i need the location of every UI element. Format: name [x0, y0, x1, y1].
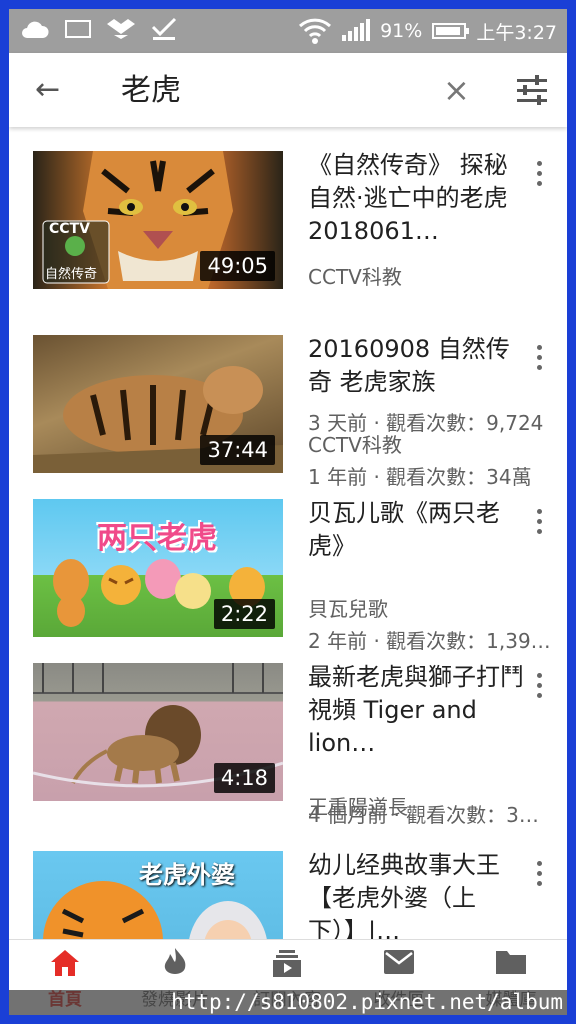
video-duration: 4:18: [213, 763, 275, 793]
search-bar: ← 老虎 ×: [9, 53, 567, 127]
more-options-icon[interactable]: [529, 859, 549, 889]
mail-icon: [384, 950, 414, 974]
cloud-icon: [22, 21, 49, 38]
video-title[interactable]: 幼儿经典故事大王【老虎外婆（上下）】|…: [308, 849, 526, 939]
status-bar: 91% 上午3:27: [9, 9, 567, 53]
app-frame: 91% 上午3:27 ← 老虎 × CCTV 自然传奇 49:05 《自然传奇》…: [9, 9, 567, 1015]
video-meta: 4 個月前 · 觀看次數：3…: [308, 803, 539, 827]
video-duration: 37:44: [200, 435, 275, 465]
clear-search-icon[interactable]: ×: [443, 71, 470, 109]
video-thumbnail[interactable]: 老虎外婆: [33, 851, 283, 939]
video-channel: CCTV科教: [308, 433, 402, 457]
battery-percent: 91%: [380, 20, 423, 42]
flame-icon: [164, 948, 186, 974]
video-result[interactable]: 4:18 最新老虎與獅子打鬥視頻 Tiger and lion… 王重陽道長: [9, 639, 567, 819]
video-duration: 2:22: [213, 599, 275, 629]
video-title[interactable]: 《自然传奇》 探秘自然·逃亡中的老虎 2018061…: [308, 149, 526, 248]
video-result[interactable]: CCTV 自然传奇 49:05 《自然传奇》 探秘自然·逃亡中的老虎 20180…: [9, 127, 567, 291]
search-query[interactable]: 老虎: [121, 71, 181, 111]
video-thumbnail[interactable]: 两只老虎 2:22: [33, 499, 283, 637]
video-result[interactable]: 老虎外婆 幼儿经典故事大王【老虎外婆（上下）】|…: [9, 827, 567, 939]
video-channel: CCTV科教: [308, 265, 402, 289]
video-result[interactable]: 两只老虎 2:22 贝瓦儿歌《两只老虎》 貝瓦兒歌 2 年前 · 觀看次數：1,…: [9, 475, 567, 653]
video-result[interactable]: 37:44 20160908 自然传奇 老虎家族 CCTV科教 1 年前 · 觀…: [9, 311, 567, 489]
video-channel: 貝瓦兒歌: [308, 597, 388, 621]
wifi-icon: [299, 18, 332, 44]
status-system: 91% 上午3:27: [298, 9, 557, 53]
signal-icon: [342, 19, 371, 41]
video-title[interactable]: 最新老虎與獅子打鬥視頻 Tiger and lion…: [308, 661, 526, 760]
video-duration: 49:05: [200, 251, 275, 281]
more-options-icon[interactable]: [529, 671, 549, 701]
watermark: http://s810802.pixnet.net/album: [9, 990, 567, 1015]
filter-icon[interactable]: [517, 75, 547, 105]
status-notifications: [19, 17, 177, 41]
check-icon: [151, 17, 177, 40]
thumbnail-label: 两只老虎: [97, 521, 217, 556]
screen-icon: [65, 20, 91, 38]
more-options-icon[interactable]: [529, 507, 549, 537]
channel-logo: CCTV: [49, 221, 90, 237]
video-thumbnail[interactable]: CCTV 自然传奇 49:05: [33, 151, 283, 289]
home-icon: [51, 950, 79, 976]
more-options-icon[interactable]: [529, 159, 549, 189]
dropbox-icon: [107, 19, 135, 39]
video-title[interactable]: 20160908 自然传奇 老虎家族: [308, 333, 526, 399]
thumbnail-label: 老虎外婆: [139, 861, 235, 889]
back-arrow-icon[interactable]: ←: [35, 73, 60, 107]
thumbnail-label: 自然传奇: [45, 267, 98, 282]
folder-icon: [496, 951, 526, 974]
video-thumbnail[interactable]: 4:18: [33, 663, 283, 801]
video-title[interactable]: 贝瓦儿歌《两只老虎》: [308, 497, 526, 563]
results-list: CCTV 自然传奇 49:05 《自然传奇》 探秘自然·逃亡中的老虎 20180…: [9, 127, 567, 939]
more-options-icon[interactable]: [529, 343, 549, 373]
video-thumbnail[interactable]: 37:44: [33, 335, 283, 473]
battery-icon: [432, 23, 470, 39]
status-time: 上午3:27: [476, 21, 557, 44]
subscriptions-icon: [273, 950, 301, 977]
